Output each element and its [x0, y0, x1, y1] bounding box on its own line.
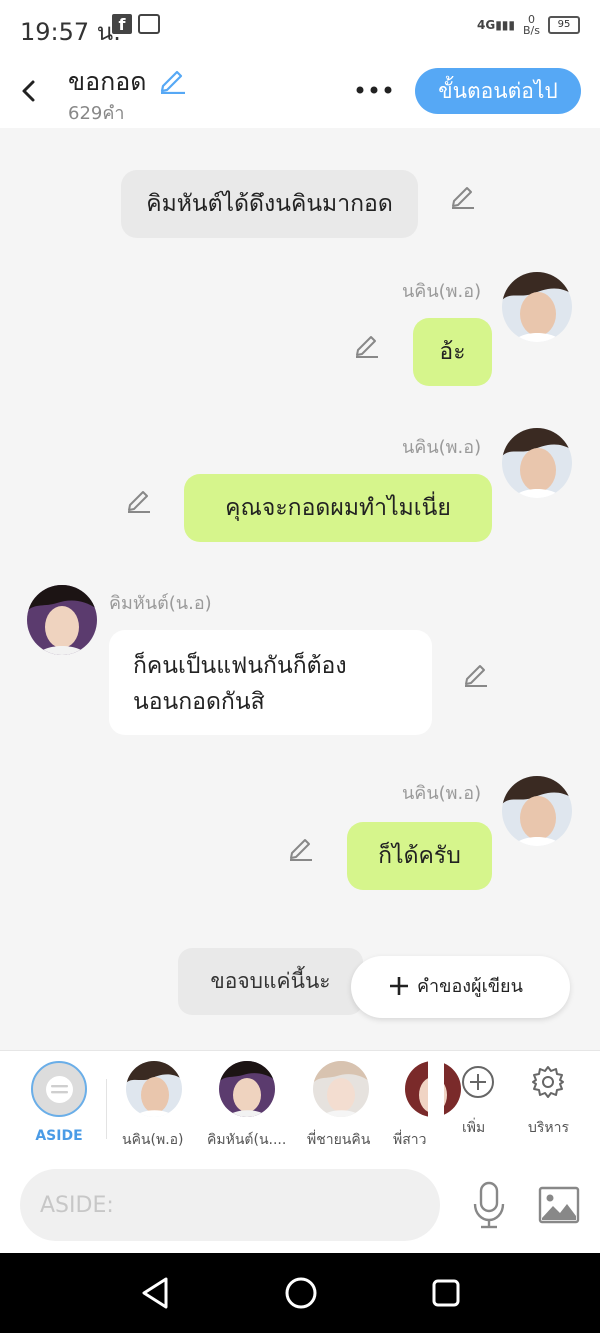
- character-label: พี่ชายนคิน: [307, 1132, 371, 1148]
- character-avatar-nakin[interactable]: [126, 1061, 182, 1117]
- author-note-label: คำของผู้เขียน: [417, 976, 523, 997]
- network-type: 4G: [477, 18, 496, 32]
- nav-recent-apps-icon[interactable]: [431, 1278, 461, 1308]
- message-icon: [46, 1076, 73, 1103]
- chat-area[interactable]: คิมหันต์ได้ดึงนคินมากอด นคิน(พ.อ) อ้ะ นค…: [0, 128, 600, 1050]
- character-bar: ASIDE นคิน(พ.อ) คิมหันต์(น.... พี่ชายนคิ…: [0, 1050, 600, 1159]
- character-avatar-brother[interactable]: [313, 1061, 369, 1117]
- add-circle-icon[interactable]: [461, 1065, 495, 1099]
- author-note-button[interactable]: คำของผู้เขียน: [351, 956, 570, 1018]
- facebook-notification-icon: f: [112, 14, 132, 34]
- divider: [106, 1079, 107, 1139]
- nav-back-icon[interactable]: [138, 1275, 172, 1311]
- character-label: คิมหันต์(น....: [207, 1132, 287, 1148]
- back-arrow-icon[interactable]: [16, 76, 44, 106]
- signal-icon: 4G▮▮▮: [477, 18, 516, 32]
- status-time: 19:57 น.: [20, 18, 121, 46]
- avatar: [27, 585, 97, 655]
- pencil-icon[interactable]: [157, 64, 187, 94]
- app-notification-icon: [138, 14, 160, 34]
- edit-pencil-icon[interactable]: [462, 660, 490, 688]
- edit-pencil-icon[interactable]: [353, 331, 381, 359]
- edit-pencil-icon[interactable]: [125, 486, 153, 514]
- narration-bubble[interactable]: คิมหันต์ได้ดึงนคินมากอด: [121, 170, 418, 238]
- message-line: ก็คนเป็นแฟนกันก็ต้อง: [133, 653, 347, 679]
- data-speed: 0 B/s: [523, 14, 540, 36]
- sender-name: คิมหันต์(น.อ): [109, 593, 212, 614]
- microphone-icon[interactable]: [470, 1180, 508, 1230]
- next-step-button[interactable]: ขั้นตอนต่อไป: [415, 68, 581, 114]
- input-bar: [0, 1158, 600, 1253]
- edit-pencil-icon[interactable]: [287, 834, 315, 862]
- sender-name: นคิน(พ.อ): [402, 437, 482, 458]
- edit-pencil-icon[interactable]: [449, 182, 477, 210]
- header: ขอกอด 629คำ ขั้นตอนต่อไป: [0, 56, 600, 128]
- battery-icon: 95: [548, 16, 580, 34]
- avatar: [502, 428, 572, 498]
- avatar: [502, 776, 572, 846]
- outgoing-message-bubble[interactable]: ก็ได้ครับ: [347, 822, 492, 890]
- manage-label: บริหาร: [528, 1120, 570, 1136]
- ending-chip[interactable]: ขอจบแค่นี้นะ: [178, 948, 363, 1015]
- data-speed-unit: B/s: [523, 24, 540, 37]
- gear-icon[interactable]: [531, 1065, 565, 1099]
- character-label: นคิน(พ.อ): [122, 1132, 184, 1148]
- message-input[interactable]: [20, 1169, 440, 1241]
- avatar: [502, 272, 572, 342]
- system-nav-bar: [0, 1253, 600, 1333]
- story-title: ขอกอด: [68, 67, 147, 96]
- image-icon[interactable]: [538, 1186, 580, 1224]
- incoming-message-bubble[interactable]: ก็คนเป็นแฟนกันก็ต้อง นอนกอดกันสิ: [109, 630, 432, 735]
- outgoing-message-bubble[interactable]: คุณจะกอดผมทำไมเนี่ย: [184, 474, 492, 542]
- sender-name: นคิน(พ.อ): [402, 281, 482, 302]
- outgoing-message-bubble[interactable]: อ้ะ: [413, 318, 492, 386]
- nav-home-icon[interactable]: [284, 1276, 318, 1310]
- character-label: พี่สาว: [393, 1132, 427, 1148]
- aside-button[interactable]: [31, 1061, 87, 1117]
- plus-icon: [390, 977, 408, 995]
- aside-label: ASIDE: [35, 1128, 83, 1144]
- add-label: เพิ่ม: [462, 1120, 486, 1136]
- word-count: 629คำ: [68, 103, 125, 124]
- message-line: นอนกอดกันสิ: [133, 689, 265, 715]
- character-avatar-kimhan[interactable]: [219, 1061, 275, 1117]
- more-options-icon[interactable]: [355, 82, 393, 98]
- status-bar: 19:57 น. f 4G▮▮▮ 0 B/s 95: [0, 0, 600, 56]
- sender-name: นคิน(พ.อ): [402, 783, 482, 804]
